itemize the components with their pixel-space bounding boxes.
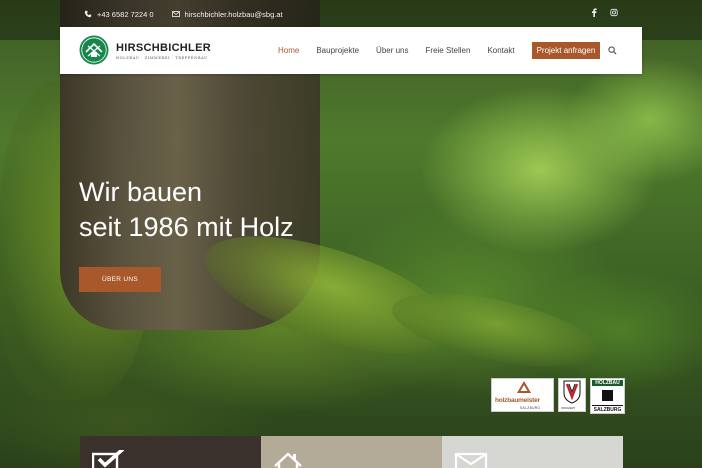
house-icon xyxy=(274,452,302,468)
email-address: hirschbichler.holzbau@sbg.at xyxy=(184,9,283,19)
brand-logo-icon[interactable] xyxy=(79,35,109,65)
square-mark-icon xyxy=(602,390,613,401)
shield-icon xyxy=(563,380,581,404)
certification-badges: holzbaumeister SALZBURG INNOZERT HOLZBAU… xyxy=(491,378,625,414)
phone-icon xyxy=(84,10,92,18)
primary-navigation: Home Bauprojekte Über uns Freie Stellen … xyxy=(278,42,601,59)
nav-bauprojekte[interactable]: Bauprojekte xyxy=(316,43,359,59)
nav-home[interactable]: Home xyxy=(278,43,299,59)
nav-kontakt[interactable]: Kontakt xyxy=(487,43,514,59)
mossy-root xyxy=(386,278,604,382)
holzbaumeister-sub: SALZBURG xyxy=(520,406,541,410)
phone-item[interactable]: +43 6582 7224 0 xyxy=(84,10,154,19)
contact-bar: +43 6582 7224 0 hirschbichler.holzbau@sb… xyxy=(84,8,283,20)
about-us-button[interactable]: ÜBER UNS xyxy=(79,267,161,292)
holzbaumeister-logo-icon xyxy=(517,381,531,393)
facebook-icon[interactable] xyxy=(590,8,598,17)
main-navbar: HIRSCHBICHLER HOLZBAU · ZIMMEREI · TREPP… xyxy=(60,27,642,74)
phone-number: +43 6582 7224 0 xyxy=(97,9,154,19)
mail-icon xyxy=(171,11,180,17)
holzbau-salzburg-badge[interactable]: HOLZBAU SALZBURG xyxy=(590,378,625,414)
project-request-button[interactable]: Projekt anfragen xyxy=(531,42,601,59)
innozert-badge[interactable]: INNOZERT xyxy=(558,378,586,412)
headline-line-1: Wir bauen xyxy=(79,177,203,207)
holzbau-label: HOLZBAU xyxy=(592,380,623,386)
brand-tagline: HOLZBAU · ZIMMEREI · TREPPENBAU xyxy=(116,56,208,60)
holzbaumeister-label: holzbaumeister xyxy=(495,397,540,404)
feature-tile-2[interactable] xyxy=(261,436,442,468)
social-links xyxy=(590,8,618,17)
hero-headline: Wir bauen seit 1986 mit Holz xyxy=(79,175,294,245)
email-item[interactable]: hirschbichler.holzbau@sbg.at xyxy=(171,9,283,19)
innozert-label: INNOZERT xyxy=(561,406,576,410)
headline-line-2: seit 1986 mit Holz xyxy=(79,212,294,242)
nav-freie-stellen[interactable]: Freie Stellen xyxy=(426,43,471,59)
feature-tile-1[interactable] xyxy=(80,436,261,468)
instagram-icon[interactable] xyxy=(610,8,618,17)
salzburg-label: SALZBURG xyxy=(592,405,623,413)
search-icon[interactable] xyxy=(608,46,617,55)
brand-name: HIRSCHBICHLER xyxy=(116,42,211,54)
brand[interactable]: HIRSCHBICHLER HOLZBAU · ZIMMEREI · TREPP… xyxy=(116,42,211,60)
check-icon xyxy=(92,450,125,468)
nav-ueber-uns[interactable]: Über uns xyxy=(376,43,408,59)
feature-tile-3[interactable] xyxy=(442,436,623,468)
holzbaumeister-badge[interactable]: holzbaumeister SALZBURG xyxy=(491,378,554,412)
envelope-icon xyxy=(454,452,488,468)
feature-tiles xyxy=(80,436,623,468)
